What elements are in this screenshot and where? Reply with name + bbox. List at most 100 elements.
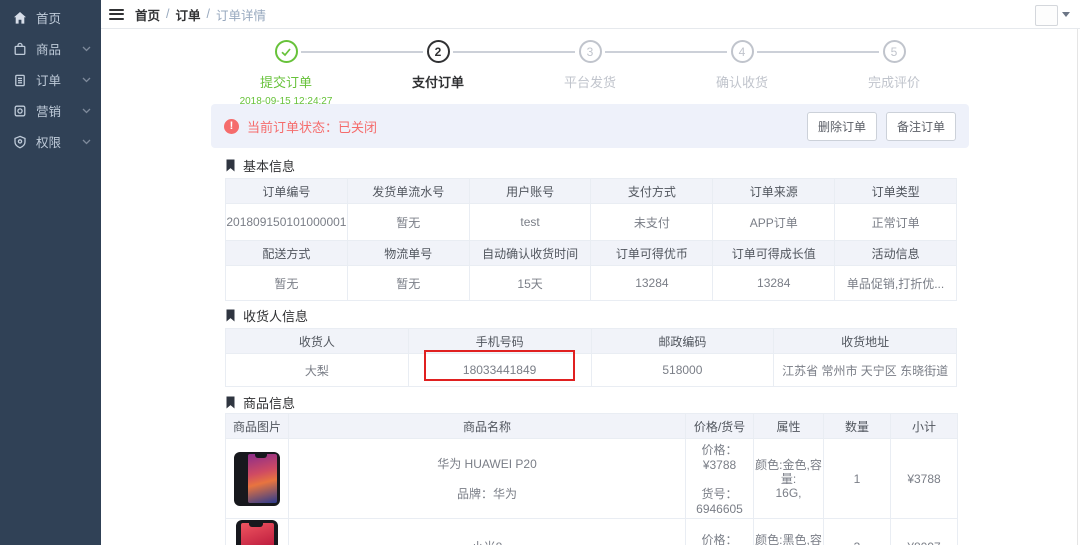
table-row: 小米8 价格：¥2699 颜色:黑色,容量: 3 ¥8097: [226, 519, 958, 545]
table-cell: [226, 519, 289, 545]
column-header: 数量: [824, 414, 891, 439]
table-row: 配送方式 物流单号 自动确认收货时间 订单可得优币 订单可得成长值 活动信息: [226, 241, 957, 266]
product-quantity-cell: 1: [824, 439, 891, 519]
product-image: [236, 520, 278, 545]
sidebar-item-orders[interactable]: 订单: [0, 64, 101, 95]
receiver-postcode-cell: 518000: [591, 354, 774, 387]
sidebar-item-label: 营销: [36, 101, 82, 120]
bookmark-icon: [225, 159, 236, 172]
step-number: 4: [731, 40, 754, 63]
column-header: 订单类型: [835, 179, 957, 204]
table-row: 订单编号 发货单流水号 用户账号 支付方式 订单来源 订单类型: [226, 179, 957, 204]
chevron-down-icon: [82, 139, 91, 145]
basic-info-table: 订单编号 发货单流水号 用户账号 支付方式 订单来源 订单类型 20180915…: [225, 178, 957, 301]
step-label: 完成评价: [818, 72, 970, 91]
product-name: 小米8: [289, 538, 685, 545]
bookmark-icon: [225, 309, 236, 322]
table-cell: [226, 439, 289, 519]
table-row: 华为 HUAWEI P20 品牌：华为 价格：¥3788 货号：6946605 …: [226, 439, 958, 519]
step-number: 2: [427, 40, 450, 63]
table-cell: 暂无: [347, 204, 469, 241]
order-status-text: 当前订单状态：已关闭: [247, 117, 377, 136]
breadcrumb-separator: /: [166, 7, 169, 21]
product-name-cell: 小米8: [289, 519, 686, 545]
column-header: 自动确认收货时间: [469, 241, 591, 266]
column-header: 发货单流水号: [347, 179, 469, 204]
step-label: 支付订单: [362, 72, 514, 91]
column-header: 配送方式: [226, 241, 348, 266]
section-title-product-info: 商品信息: [225, 393, 295, 412]
sidebar-item-permissions[interactable]: 权限: [0, 126, 101, 157]
table-cell: 暂无: [226, 266, 348, 301]
column-header: 小计: [891, 414, 958, 439]
sidebar-item-label: 商品: [36, 39, 82, 58]
column-header: 订单编号: [226, 179, 348, 204]
section-title-basic-info: 基本信息: [225, 156, 295, 175]
step-connector: [757, 51, 879, 53]
column-header: 活动信息: [835, 241, 957, 266]
receiver-name-cell: 大梨: [226, 354, 409, 387]
order-status-banner: ! 当前订单状态：已关闭 删除订单 备注订单: [211, 104, 969, 148]
chevron-down-icon: [82, 108, 91, 114]
column-header: 收货地址: [774, 329, 957, 354]
permissions-icon: [13, 135, 27, 149]
table-cell: APP订单: [713, 204, 835, 241]
breadcrumb-current: 订单详情: [216, 5, 266, 24]
product-info-table: 商品图片 商品名称 价格/货号 属性 数量 小计 华为 HUAWEI P20 品…: [225, 413, 958, 545]
orders-icon: [13, 73, 27, 87]
sidebar-item-label: 首页: [36, 8, 91, 27]
step-number: 5: [883, 40, 906, 63]
table-cell: 未支付: [591, 204, 713, 241]
table-row: 收货人 手机号码 邮政编码 收货地址: [226, 329, 957, 354]
column-header: 价格/货号: [686, 414, 754, 439]
table-row: 201809150101000001 暂无 test 未支付 APP订单 正常订…: [226, 204, 957, 241]
sidebar-item-marketing[interactable]: 营销: [0, 95, 101, 126]
sidebar-item-label: 权限: [36, 132, 82, 151]
receiver-info-table: 收货人 手机号码 邮政编码 收货地址 大梨 18033441849 518000…: [225, 328, 957, 387]
step-label: 提交订单: [210, 72, 362, 91]
section-title-text: 基本信息: [243, 156, 295, 175]
column-header: 属性: [754, 414, 824, 439]
table-row: 暂无 暂无 15天 13284 13284 单品促销,打折优...: [226, 266, 957, 301]
avatar[interactable]: [1035, 5, 1058, 26]
chevron-down-icon: [82, 77, 91, 83]
receiver-phone-cell: 18033441849: [408, 354, 591, 387]
product-image: [234, 452, 280, 506]
check-icon: [275, 40, 298, 63]
column-header: 邮政编码: [591, 329, 774, 354]
breadcrumb-home[interactable]: 首页: [135, 5, 160, 24]
note-order-button[interactable]: 备注订单: [886, 112, 956, 141]
table-cell: 单品促销,打折优...: [835, 266, 957, 301]
price-sku-cell: 价格：¥2699: [686, 519, 754, 545]
product-price: 价格：¥2699: [686, 531, 753, 545]
column-header: 物流单号: [347, 241, 469, 266]
bookmark-icon: [225, 396, 236, 409]
delete-order-button[interactable]: 删除订单: [807, 112, 877, 141]
receiver-address-cell: 江苏省 常州市 天宁区 东晓街道: [774, 354, 957, 387]
table-cell: 正常订单: [835, 204, 957, 241]
chevron-down-icon[interactable]: [1062, 12, 1070, 17]
exclamation-icon: !: [224, 119, 239, 134]
table-row: 大梨 18033441849 518000 江苏省 常州市 天宁区 东晓街道: [226, 354, 957, 387]
step-connector: [453, 51, 575, 53]
product-price: 价格：¥3788: [686, 441, 753, 472]
table-cell: 暂无: [347, 266, 469, 301]
scrollbar-track: [1077, 29, 1078, 545]
product-subtotal-cell: ¥8097: [891, 519, 958, 545]
table-row: 商品图片 商品名称 价格/货号 属性 数量 小计: [226, 414, 958, 439]
column-header: 用户账号: [469, 179, 591, 204]
product-attrs-cell: 颜色:黑色,容量:: [754, 519, 824, 545]
menu-icon[interactable]: [109, 9, 124, 20]
column-header: 商品图片: [226, 414, 289, 439]
table-cell: test: [469, 204, 591, 241]
step-connector: [605, 51, 727, 53]
sidebar-item-home[interactable]: 首页: [0, 2, 101, 33]
column-header: 收货人: [226, 329, 409, 354]
sidebar-item-goods[interactable]: 商品: [0, 33, 101, 64]
breadcrumb: 首页 / 订单 / 订单详情: [135, 5, 266, 24]
section-title-text: 商品信息: [243, 393, 295, 412]
chevron-down-icon: [82, 46, 91, 52]
table-cell: 201809150101000001: [226, 204, 348, 241]
breadcrumb-orders[interactable]: 订单: [176, 5, 201, 24]
top-bar: 首页 / 订单 / 订单详情: [101, 0, 1080, 29]
